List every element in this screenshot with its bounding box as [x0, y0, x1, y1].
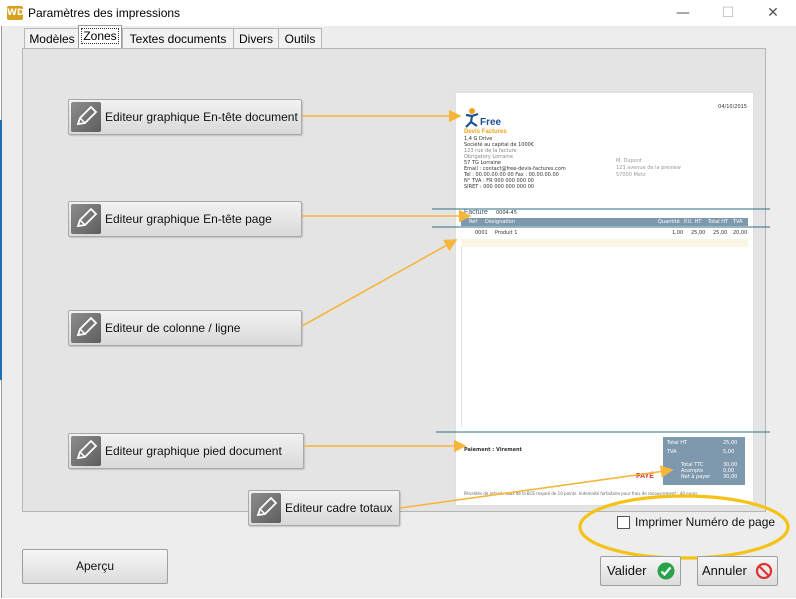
column-header: TVA: [733, 219, 743, 225]
annuler-label: Annuler: [702, 563, 747, 578]
preview-row: 0001 Produit 1 1,00 25,00 25,00 20,00: [461, 229, 748, 239]
valider-button[interactable]: Valider: [600, 556, 681, 586]
check-icon: [657, 562, 675, 580]
minimize-button[interactable]: —: [660, 0, 706, 26]
valider-label: Valider: [607, 563, 647, 578]
paiement-text: Paiement : Virement: [464, 447, 522, 453]
column-header: Total HT: [708, 219, 729, 225]
cancel-icon: [755, 562, 773, 580]
en-tete-document-label: Editeur graphique En-tête document: [105, 110, 298, 124]
colonne-ligne-button[interactable]: Editeur de colonne / ligne: [68, 310, 302, 346]
print-page-number-checkbox[interactable]: [617, 516, 630, 529]
tab-divers[interactable]: Divers: [233, 28, 279, 49]
pied-document-button[interactable]: Editeur graphique pied document: [68, 433, 304, 469]
paye-stamp: PAYÉ: [636, 473, 654, 480]
totals-value: 30,00: [723, 474, 738, 480]
annuler-button[interactable]: Annuler: [697, 556, 778, 586]
app-icon: WD: [7, 6, 25, 20]
colonne-ligne-label: Editeur de colonne / ligne: [105, 321, 241, 335]
print-page-number-label[interactable]: Imprimer Numéro de page: [635, 515, 775, 529]
logo-word: Free: [480, 117, 502, 128]
totals-label: Net à payer: [681, 474, 711, 480]
column-header: Quantité: [658, 219, 680, 225]
facture-number: 0004-45: [496, 210, 517, 216]
title-bar: WD Paramètres des impressions — ☐ ✕: [0, 0, 796, 26]
en-tete-page-button[interactable]: Editeur graphique En-tête page: [68, 201, 302, 237]
row-cell: 0001: [475, 230, 488, 236]
pied-document-label: Editeur graphique pied document: [105, 444, 282, 458]
edit-pencil-icon: [251, 493, 281, 523]
facture-label: Facture: [464, 209, 488, 216]
edit-pencil-icon: [71, 102, 101, 132]
window-title: Paramètres des impressions: [28, 6, 181, 20]
tab-modeles[interactable]: Modèles: [24, 28, 80, 49]
en-tete-document-button[interactable]: Editeur graphique En-tête document: [68, 99, 302, 135]
tab-zones[interactable]: Zones: [78, 25, 122, 48]
client-line: M. Dupont: [616, 158, 642, 164]
edit-pencil-icon: [71, 204, 101, 234]
client-line: 57000 Metz: [616, 172, 646, 178]
maximize-button[interactable]: ☐: [705, 0, 751, 26]
preview-row-shade: [461, 239, 748, 247]
apercu-button[interactable]: Aperçu: [22, 549, 168, 584]
logo-subtitle: Devis Factures: [464, 129, 507, 135]
cadre-totaux-label: Editeur cadre totaux: [285, 501, 393, 515]
en-tete-page-label: Editeur graphique En-tête page: [105, 212, 272, 226]
totals-value: 5,00: [723, 449, 735, 455]
columns-header-band: Réf Désignation Quantité P.U. HT Total H…: [461, 218, 748, 226]
preview-date: 04/10/2015: [718, 104, 747, 110]
cadre-totaux-button[interactable]: Editeur cadre totaux: [248, 490, 400, 526]
totals-box: Total HT TVA Total TTC Acompte Net à pay…: [663, 437, 745, 485]
preview-footer-text: Pénalités de retard : taux de la BCE maj…: [464, 491, 698, 496]
row-cell: 25,00: [713, 230, 728, 236]
column-header: Désignation: [485, 219, 515, 225]
tab-textes-documents[interactable]: Textes documents: [122, 28, 234, 49]
company-line: SIRET : 000 000 000 000 00: [464, 184, 535, 190]
document-preview: 04/10/2015 Free Devis Factures 1,4 G Dri…: [455, 92, 754, 506]
tab-outils[interactable]: Outils: [278, 28, 322, 49]
window-edge: [0, 120, 2, 380]
edit-pencil-icon: [71, 436, 101, 466]
row-cell: 20,00: [733, 230, 748, 236]
row-cell: 25,00: [691, 230, 706, 236]
totals-label: TVA: [667, 449, 677, 455]
column-header: P.U. HT: [684, 219, 702, 225]
row-cell: 1,00: [672, 230, 684, 236]
preview-column-rule: [461, 247, 462, 427]
totals-value: 25,00: [723, 440, 738, 446]
apercu-label: Aperçu: [75, 559, 115, 573]
edit-pencil-icon: [71, 313, 101, 343]
totals-label: Total HT: [667, 440, 688, 446]
client-line: 123 avenue de la preview: [616, 165, 681, 171]
close-button[interactable]: ✕: [750, 0, 796, 26]
row-cell: Produit 1: [495, 230, 518, 236]
column-header: Réf: [469, 219, 478, 225]
